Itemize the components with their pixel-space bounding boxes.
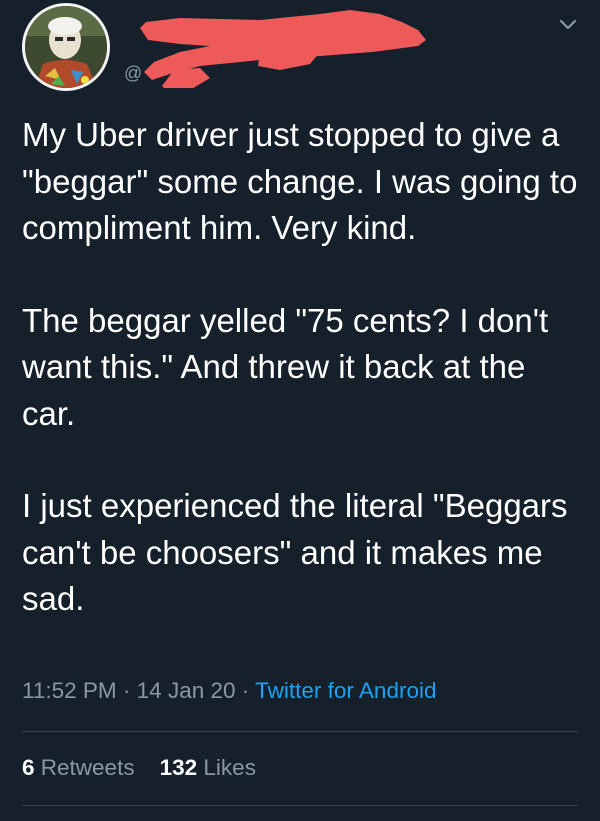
retweets-label: Retweets bbox=[40, 755, 135, 780]
tweet-text: My Uber driver just stopped to give a "b… bbox=[22, 112, 582, 669]
divider bbox=[22, 805, 578, 806]
divider bbox=[22, 731, 578, 732]
tweet-metadata: 11:52 PM · 14 Jan 20 · Twitter for Andro… bbox=[22, 678, 436, 704]
meta-separator: · bbox=[122, 678, 131, 703]
handle[interactable]: @ bbox=[124, 63, 142, 84]
display-name-redacted bbox=[140, 8, 430, 88]
retweets-count: 6 bbox=[22, 755, 35, 780]
likes-count: 132 bbox=[159, 755, 198, 780]
tweet-header: @ bbox=[0, 0, 600, 110]
likes-stat[interactable]: 132 Likes bbox=[160, 755, 256, 780]
tweet-source-link[interactable]: Twitter for Android bbox=[255, 678, 436, 703]
tweet-stats: 6 Retweets 132 Likes bbox=[22, 755, 256, 781]
retweets-stat[interactable]: 6 Retweets bbox=[22, 755, 141, 780]
avatar[interactable] bbox=[22, 3, 110, 91]
tweet-paragraph: I just experienced the literal "Beggars … bbox=[22, 487, 568, 617]
chevron-down-icon[interactable] bbox=[558, 14, 578, 34]
tweet-time[interactable]: 11:52 PM bbox=[22, 678, 117, 703]
tweet-paragraph: The beggar yelled "75 cents? I don't wan… bbox=[22, 301, 549, 432]
tweet-paragraph: My Uber driver just stopped to give a "b… bbox=[22, 116, 578, 246]
meta-separator: · bbox=[241, 678, 250, 703]
redaction-scribble bbox=[140, 10, 426, 88]
tweet-date[interactable]: 14 Jan 20 bbox=[137, 678, 236, 703]
profile-photo-icon bbox=[25, 6, 107, 88]
likes-label: Likes bbox=[203, 755, 256, 780]
